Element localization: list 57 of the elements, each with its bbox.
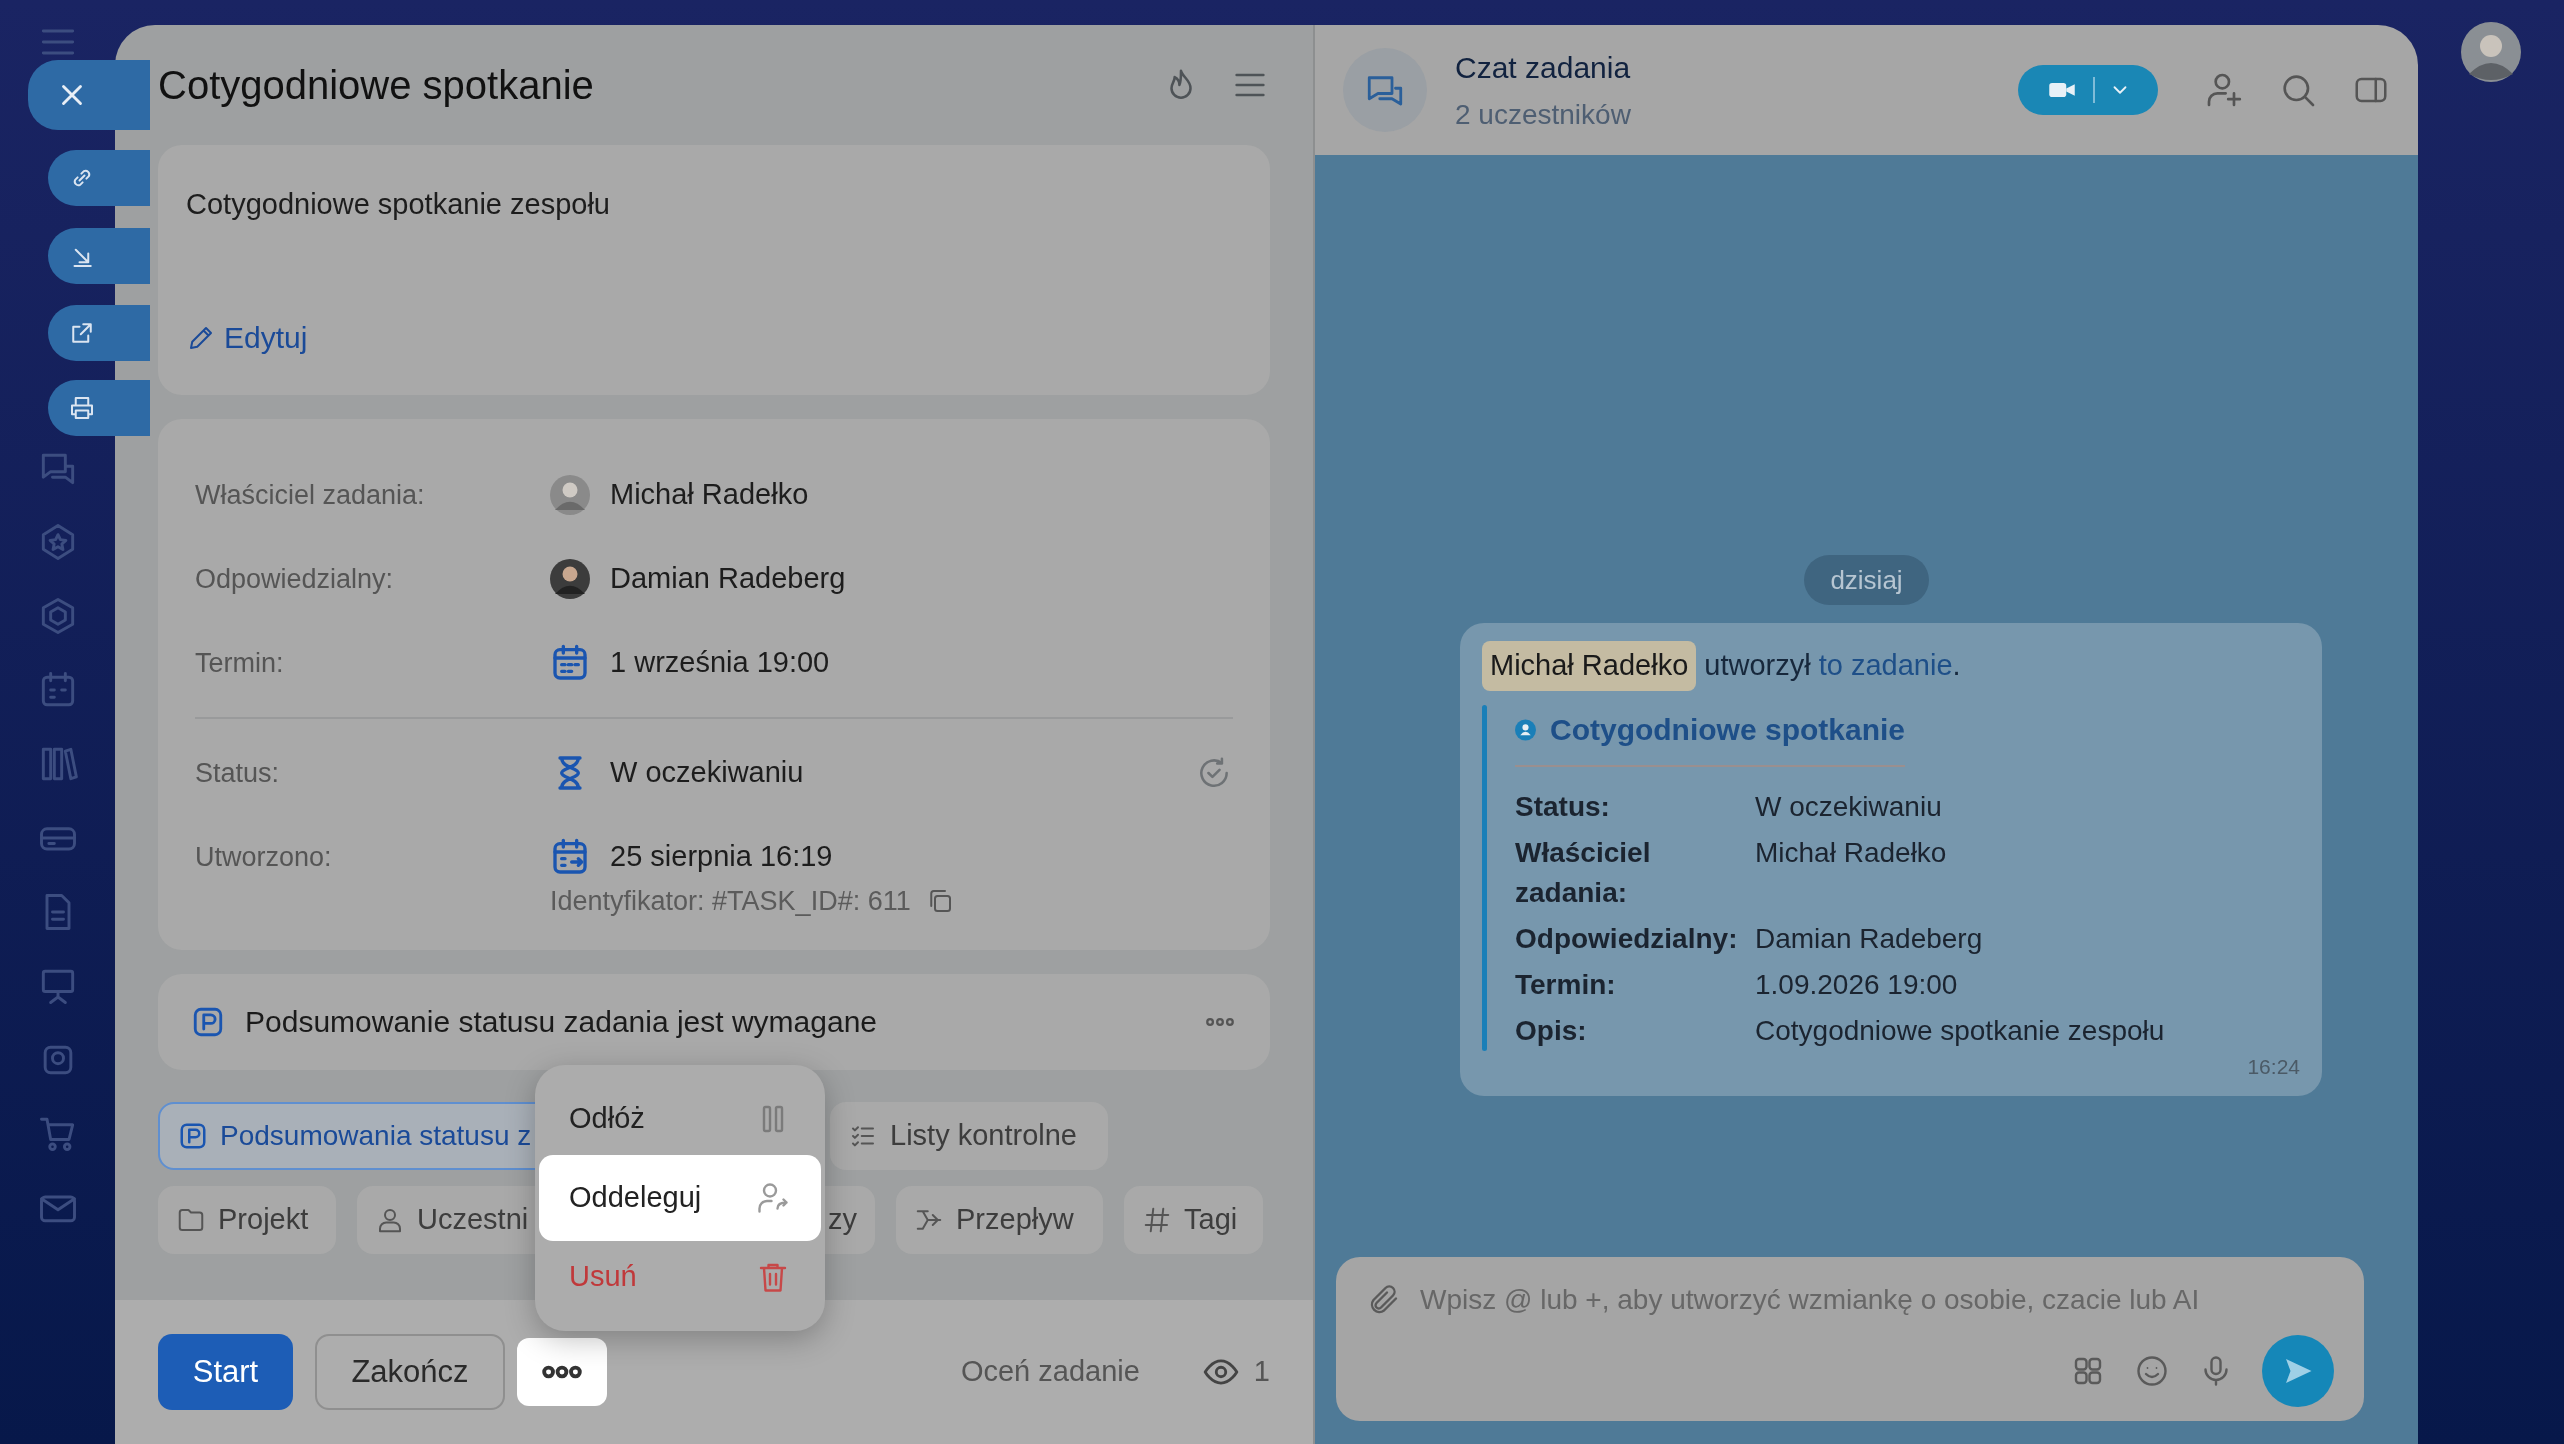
field-label: Odpowiedzialny: (195, 562, 395, 596)
rate-task-link[interactable]: Oceń zadanie (960, 1350, 1140, 1394)
more-button[interactable] (517, 1338, 607, 1406)
field-value: Damian Radeberg (610, 561, 846, 597)
card-field-value: Michał Radełko (1755, 835, 1948, 870)
card-field-value: Cotygodniowe spotkanie zespołu (1755, 1013, 2165, 1048)
field-value: 1 września 19:00 (610, 645, 830, 681)
input-placeholder: Wpisz @ lub +, aby utworzyć wzmiankę o osobie, czacie lub AI (1420, 1283, 2200, 1317)
message-text: utworzył to zadanie. (1704, 648, 1961, 683)
summary-notice: Podsumowanie statusu zadania jest wymagane (245, 1004, 879, 1040)
card-field-label: Odpowiedzialny: (1515, 921, 1739, 956)
card-field-label: Właściciel zadania: (1515, 835, 1652, 910)
task-link[interactable]: to zadanie (1818, 649, 1953, 681)
field-label: Termin: (195, 646, 285, 680)
download-button[interactable] (48, 228, 150, 284)
chat-title: Czat zadania (1455, 49, 1631, 86)
card-field-value: 1.09.2026 19:00 (1755, 967, 1959, 1002)
message-time: 16:24 (2247, 1053, 2300, 1080)
menu-item[interactable]: Oddeleguj (539, 1155, 821, 1241)
date-separator: dzisiaj (1804, 555, 1929, 605)
tab-chip[interactable]: Tagi (1124, 1185, 1263, 1254)
edit-link[interactable]: Edytuj (186, 315, 308, 360)
description-text: Cotygodniowe spotkanie zespołu (186, 187, 611, 222)
view-count: 1 (1253, 1354, 1270, 1390)
field-label: Status: (195, 756, 281, 790)
card-field-value: Damian Radeberg (1755, 921, 1984, 956)
card-field-label: Opis: (1515, 1013, 1588, 1048)
person-arrow-icon (755, 1180, 791, 1216)
card-field-value: W oczekiwaniu (1755, 789, 1943, 824)
task-identifier: Identyfikator: #TASK_ID#: 611 (550, 885, 911, 918)
tab-chip[interactable]: Projekt (158, 1185, 336, 1254)
external-link-button[interactable] (48, 305, 150, 361)
close-button[interactable] (28, 60, 150, 130)
field-value: W oczekiwaniu (610, 755, 804, 791)
video-call-button[interactable] (2018, 65, 2158, 115)
start-button[interactable]: Start (158, 1334, 293, 1410)
person-avatar (550, 559, 590, 599)
calendar-icon (550, 643, 590, 683)
field-value: Michał Radełko (610, 477, 809, 513)
field-label: Właściciel zadania: (195, 478, 426, 512)
field-label: Utworzono: (195, 840, 333, 874)
task-card-title[interactable]: Cotygodniowe spotkanie (1549, 707, 1905, 752)
card-field-label: Termin: (1515, 967, 1617, 1002)
task-title: Cotygodniowe spotkanie (158, 62, 594, 109)
calendar-icon (550, 837, 590, 877)
finish-button[interactable]: Zakończ (315, 1334, 505, 1410)
user-avatar[interactable] (2461, 22, 2521, 82)
link-button[interactable] (48, 150, 150, 206)
card-field-label: Status: (1515, 789, 1611, 824)
author-tag[interactable]: Michał Radełko (1482, 641, 1697, 691)
field-value: 25 sierpnia 16:19 (610, 839, 833, 875)
print-button[interactable] (48, 380, 150, 436)
person-avatar (550, 475, 590, 515)
chat-subtitle: 2 uczestników (1455, 97, 1631, 132)
tab-chip[interactable]: Listy kontrolne (830, 1101, 1108, 1170)
tab-chip[interactable]: Przepływ (896, 1185, 1103, 1254)
emoji-icon[interactable] (2134, 1353, 2170, 1389)
